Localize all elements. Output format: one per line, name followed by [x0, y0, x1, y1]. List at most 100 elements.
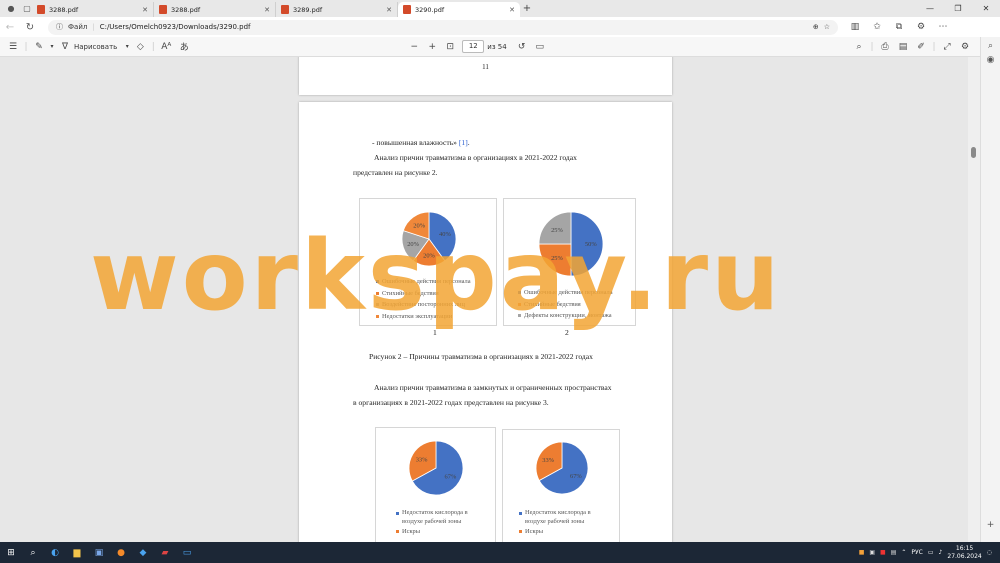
minimize-icon[interactable]: — — [916, 0, 944, 17]
reference-link[interactable]: [1] — [459, 138, 468, 147]
legend-label: Дефекты конструкции, монтажа — [524, 312, 612, 319]
tab-title: 3288.pdf — [49, 5, 79, 14]
scrollbar[interactable] — [968, 57, 980, 542]
tray-app-icon[interactable]: ■ — [859, 549, 865, 556]
search-icon[interactable]: ⌕ — [22, 542, 44, 563]
file-explorer-icon[interactable]: ▆ — [66, 542, 88, 563]
translate-icon[interactable]: あ — [175, 40, 193, 53]
url-text: C:/Users/Omelch0923/Downloads/3290.pdf — [99, 23, 251, 31]
zoom-icon[interactable]: ⊕ — [813, 23, 819, 31]
page-view-icon[interactable]: ▭ — [531, 42, 549, 52]
app-icon[interactable]: ◆ — [132, 542, 154, 563]
close-icon[interactable]: ✕ — [264, 6, 270, 14]
fit-page-icon[interactable]: ⊡ — [441, 42, 459, 52]
pdf-viewer[interactable]: 11 - повышенная влажность» [1]. Анализ п… — [0, 57, 980, 542]
tray-app-icon[interactable]: ▣ — [869, 549, 875, 556]
copilot-icon[interactable]: ◉ — [981, 55, 1000, 65]
legend-swatch — [396, 530, 399, 534]
favorite-star-icon[interactable]: ☆ — [824, 23, 830, 31]
legend-swatch — [518, 291, 521, 295]
eraser-icon[interactable]: ◇ — [131, 42, 149, 52]
pdf-icon — [281, 5, 289, 14]
fullscreen-icon[interactable]: ⤢ — [938, 42, 956, 52]
settings-icon[interactable]: ⚙ — [956, 42, 974, 52]
reload-icon[interactable]: ↻ — [20, 22, 40, 33]
collections-icon[interactable]: ⧉ — [890, 22, 908, 32]
chevron-up-icon[interactable]: ⌃ — [901, 549, 906, 556]
tab-title: 3289.pdf — [293, 5, 323, 14]
pdf-icon — [159, 5, 167, 14]
firefox-icon[interactable]: ● — [110, 542, 132, 563]
draw-button[interactable]: Нарисовать — [74, 43, 117, 51]
add-icon[interactable]: + — [981, 520, 1000, 530]
close-icon[interactable]: ✕ — [386, 6, 392, 14]
volume-icon[interactable]: ♪ — [939, 549, 943, 556]
tab-3289[interactable]: 3289.pdf ✕ — [276, 2, 398, 17]
close-icon[interactable]: ✕ — [509, 6, 515, 14]
close-window-icon[interactable]: ✕ — [972, 0, 1000, 17]
close-icon[interactable]: ✕ — [142, 6, 148, 14]
legend-swatch — [518, 314, 521, 318]
zoom-out-icon[interactable]: − — [405, 42, 423, 52]
app-icon[interactable]: ▣ — [88, 542, 110, 563]
chart-legend: Ошибочные действия персонала Стихийные бе… — [376, 276, 471, 322]
rotate-icon[interactable]: ↺ — [513, 42, 531, 52]
clock[interactable]: 16:15 27.06.2024 — [947, 545, 981, 561]
new-tab-icon[interactable]: + — [520, 3, 534, 14]
legend-label: Стихийные бедствия — [524, 300, 581, 308]
text-size-icon[interactable]: Aᴬ — [157, 42, 175, 52]
info-icon[interactable]: ⓘ — [56, 22, 63, 32]
pdf-page-11: 11 — [299, 57, 672, 95]
scrollbar-thumb[interactable] — [971, 147, 976, 158]
legend-swatch — [396, 512, 399, 516]
profile-icon[interactable]: ● — [6, 4, 16, 14]
legend-entry: Ошибочные действия персонала — [376, 276, 471, 288]
print-icon[interactable]: ⎙ — [876, 42, 894, 52]
legend-swatch — [376, 303, 379, 307]
search-icon[interactable]: ⌕ — [850, 42, 868, 52]
keyboard-language[interactable]: РУС — [911, 549, 922, 556]
divider: | — [92, 23, 95, 31]
extensions-icon[interactable]: ⚙ — [912, 22, 930, 32]
zoom-in-icon[interactable]: + — [423, 42, 441, 52]
url-field[interactable]: ⓘ Файл | C:/Users/Omelch0923/Downloads/3… — [48, 19, 838, 35]
workspaces-icon[interactable]: ▢ — [22, 4, 32, 14]
highlight-icon[interactable]: ✎ — [30, 42, 48, 52]
text-fragment: . — [467, 138, 470, 147]
favorites-icon[interactable]: ✩ — [868, 22, 886, 32]
tray-app-icon[interactable]: ■ — [880, 549, 886, 556]
network-icon[interactable]: ▭ — [928, 549, 934, 556]
app-icon[interactable]: ▰ — [154, 542, 176, 563]
save-icon[interactable]: ▤ — [894, 42, 912, 52]
contents-icon[interactable]: ☰ — [4, 42, 22, 52]
windows-start-icon[interactable]: ⊞ — [0, 542, 22, 563]
legend-label: Воздействие посторонних лиц — [382, 301, 465, 308]
legend-entry: Недостаток кислорода в воздухе рабочей з… — [519, 508, 605, 526]
tab-3288-a[interactable]: 3288.pdf ✕ — [32, 2, 154, 17]
chevron-down-icon[interactable]: ▾ — [123, 43, 131, 50]
draw-icon[interactable]: ∇ — [56, 42, 74, 52]
pie-chart-2: 50% 25% 25% Ошибочные действия персонала Ст… — [503, 198, 636, 326]
notification-icon[interactable]: ◌ — [987, 549, 992, 556]
chevron-down-icon[interactable]: ▾ — [48, 43, 56, 50]
app-icon[interactable]: ▭ — [176, 542, 198, 563]
tab-3290[interactable]: 3290.pdf ✕ — [398, 2, 520, 17]
save-as-icon[interactable]: ✐ — [912, 42, 930, 52]
more-icon[interactable]: ⋯ — [934, 22, 952, 32]
edge-icon[interactable]: ◐ — [44, 542, 66, 563]
search-icon[interactable]: ⌕ — [981, 41, 1000, 51]
pie-data-label: 50% — [585, 241, 597, 248]
text-line: - повышенная влажность» [1]. — [372, 135, 470, 150]
back-icon[interactable]: ← — [0, 22, 20, 33]
legend-swatch — [376, 314, 379, 318]
pie-chart-4: 67% 33% Недостаток кислорода в воздухе ра… — [502, 429, 620, 542]
page-number-input[interactable]: 12 — [462, 40, 485, 53]
pie-chart-svg: 67% 33% — [408, 440, 464, 496]
tray-app-icon[interactable]: ▤ — [891, 549, 897, 556]
tab-3288-b[interactable]: 3288.pdf ✕ — [154, 2, 276, 17]
divider: | — [932, 41, 936, 52]
clock-time: 16:15 — [955, 544, 974, 552]
maximize-icon[interactable]: ❐ — [944, 0, 972, 17]
legend-entry: Дефекты конструкции, монтажа — [518, 310, 613, 322]
split-screen-icon[interactable]: ▥ — [846, 22, 864, 32]
